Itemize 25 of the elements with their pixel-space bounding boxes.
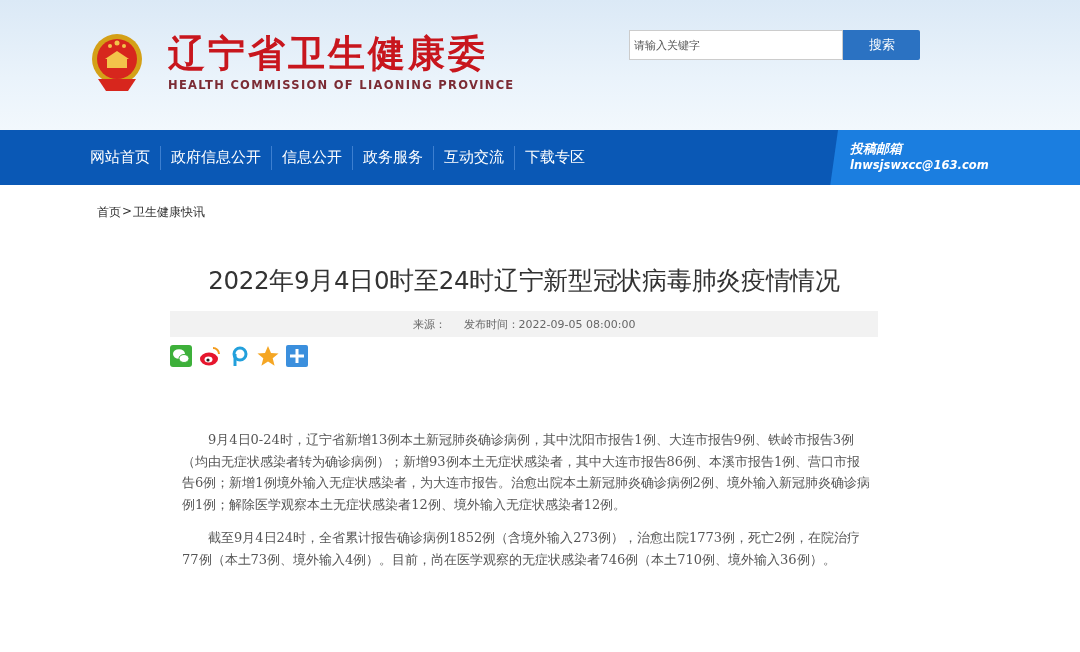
nav-item[interactable]: 政务服务 bbox=[363, 148, 423, 167]
breadcrumb-link[interactable]: 首页 bbox=[97, 204, 121, 224]
plus-icon[interactable] bbox=[286, 345, 308, 367]
search-button[interactable]: 搜索 bbox=[843, 30, 920, 60]
star-icon[interactable] bbox=[257, 345, 279, 367]
breadcrumb-link[interactable]: 卫生健康快讯 bbox=[133, 204, 206, 224]
eye-swirl-icon[interactable] bbox=[199, 345, 221, 367]
breadcrumb-separator: > bbox=[122, 204, 133, 220]
article-paragraph: 9月4日0-24时，辽宁省新增13例本土新冠肺炎确诊病例，其中沈阳市报告1例、大连市报告9例、铁岭市报告3例（均由无症状感染者转为确诊病例）；新增93例本土无症状感染者，其中大连市报告86例、本溪市报告1例、营口市报告6例；新增1例境外输入无症状感染者，为大连市报告。治愈出院本土新冠肺炎确诊病例2例、境外输入新冠肺炎确诊病例1例；解除医学观察本土无症状感染者12例、境外输入无症状感染者12例。 bbox=[182, 431, 871, 514]
site-title: 辽宁省卫生健康委 bbox=[168, 32, 489, 76]
mailbox-banner[interactable] bbox=[830, 130, 1080, 185]
chat-bubbles-icon[interactable] bbox=[170, 345, 192, 367]
nav-item[interactable]: 政府信息公开 bbox=[171, 148, 261, 167]
source-label: 来源： bbox=[412, 316, 446, 332]
nav-item[interactable]: 信息公开 bbox=[282, 148, 342, 167]
site-subtitle: HEALTH COMMISSION OF LIAONING PROVINCE bbox=[168, 78, 515, 92]
search-field[interactable]: 请输入关键字 bbox=[629, 30, 843, 60]
article-title: 2022年9月4日0时至24时辽宁新型冠状病毒肺炎疫情情况 bbox=[207, 265, 841, 297]
nav-item[interactable]: 下载专区 bbox=[525, 148, 585, 167]
mailbox-label: 投稿邮箱 bbox=[850, 140, 905, 158]
publish-time: 发布时间：2022-09-05 08:00:00 bbox=[463, 316, 636, 332]
nav-item[interactable]: 互动交流 bbox=[444, 148, 504, 167]
article-paragraph: 截至9月4日24时，全省累计报告确诊病例1852例（含境外输入273例），治愈出院1773例，死亡2例，在院治疗77例（本土73例、境外输入4例）。目前，尚在医学观察的无症状感染者746例（本土710例、境外输入36例）。 bbox=[182, 529, 862, 569]
mailbox-email[interactable]: lnwsjswxcc@163.com bbox=[850, 158, 989, 172]
nav-item[interactable]: 网站首页 bbox=[90, 148, 150, 167]
